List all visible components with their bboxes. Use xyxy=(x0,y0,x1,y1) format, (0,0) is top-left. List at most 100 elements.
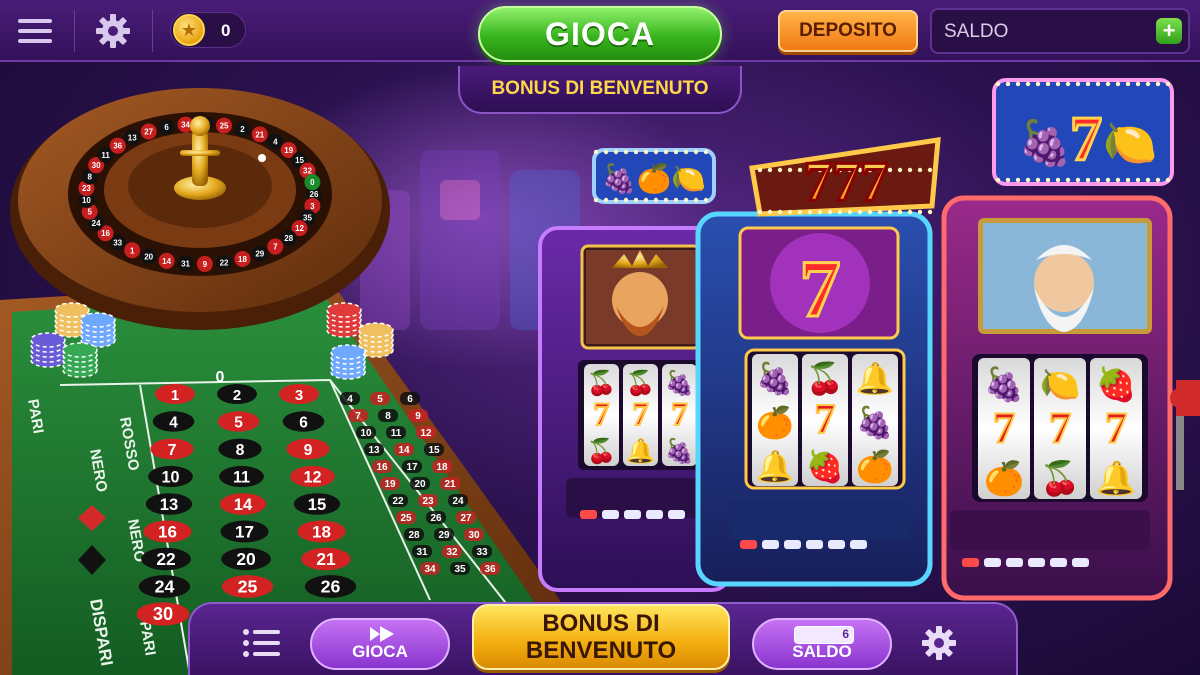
roulette-number: 21 xyxy=(301,547,351,571)
svg-text:14: 14 xyxy=(162,257,171,266)
reel-symbol: 🍊 xyxy=(984,460,1027,498)
svg-text:3: 3 xyxy=(295,387,303,404)
wheel-number: 1 xyxy=(124,242,141,259)
play-tab[interactable]: GIOCA xyxy=(310,618,450,670)
svg-text:24: 24 xyxy=(452,496,464,507)
side-number: 14 xyxy=(394,443,414,456)
wheel-number: 14 xyxy=(158,252,175,269)
svg-text:10: 10 xyxy=(360,428,372,439)
gear-icon xyxy=(922,626,956,660)
roulette-number: 16 xyxy=(143,520,192,543)
top-bar: ★ 0 GIOCA DEPOSITO SALDO + xyxy=(0,0,1200,62)
reel-symbol: 7 xyxy=(632,396,648,432)
roulette-number: 18 xyxy=(297,520,346,543)
big-seven-icon: 7 xyxy=(800,243,841,334)
reel-symbol: 7 xyxy=(993,403,1015,453)
slot-machine-3: 🍇 7 🍋 🍇 🍋 🍓7 7 7🍊 🍒 🔔 xyxy=(941,78,1200,601)
reel-symbol: 🍊 xyxy=(856,449,896,484)
svg-text:12: 12 xyxy=(420,428,432,439)
svg-text:13: 13 xyxy=(160,495,178,514)
svg-text:3: 3 xyxy=(310,202,315,211)
side-number: 19 xyxy=(380,477,400,490)
svg-text:36: 36 xyxy=(484,564,496,575)
svg-text:9: 9 xyxy=(415,411,421,422)
deposit-button[interactable]: DEPOSITO xyxy=(778,10,918,52)
balance-badge: 6 xyxy=(842,627,849,641)
cabinet-button xyxy=(984,558,1001,567)
casino-lobby: PARI NERO ROSSO NERO DISPARI PARI 123456… xyxy=(0,0,1200,675)
svg-text:28: 28 xyxy=(408,530,420,541)
reel-symbol: 🔔 xyxy=(1096,460,1137,498)
wheel-number: 4 xyxy=(267,133,284,150)
side-number: 35 xyxy=(450,562,470,575)
side-number: 11 xyxy=(386,426,406,439)
roulette-number-grid: 1 2 34 5 67 8 910 11 1213 14 1516 17 1822 20 2124 25 263… xyxy=(136,384,357,626)
welcome-bonus-tab[interactable]: BONUS DI BENVENUTO xyxy=(458,66,742,114)
welcome-bonus-button[interactable]: BONUS DI BENVENUTO xyxy=(472,604,730,670)
play-button[interactable]: GIOCA xyxy=(478,6,722,62)
gear-icon xyxy=(96,14,130,48)
divider xyxy=(74,10,75,52)
settings-button[interactable] xyxy=(88,8,138,54)
cabinet-button xyxy=(624,510,641,519)
cabinet-button xyxy=(1050,558,1067,567)
cabinet-button xyxy=(1006,558,1023,567)
cabinet-button xyxy=(602,510,619,519)
wheel-number: 25 xyxy=(216,117,233,134)
plus-icon[interactable]: + xyxy=(1156,18,1182,44)
svg-text:27: 27 xyxy=(144,127,153,136)
divider xyxy=(152,10,153,52)
side-number: 10 xyxy=(356,426,376,439)
reel-symbol: 🍋 xyxy=(1040,366,1081,403)
chip-stack xyxy=(330,344,366,380)
svg-text:34: 34 xyxy=(424,564,436,575)
side-number: 7 xyxy=(348,409,368,422)
side-number: 5 xyxy=(370,392,390,405)
coin-balance[interactable]: ★ 0 xyxy=(170,12,246,48)
roulette-number: 1 xyxy=(155,384,195,404)
svg-text:11: 11 xyxy=(101,151,110,160)
svg-text:8: 8 xyxy=(236,442,245,459)
reel-symbol: 🍓 xyxy=(806,449,844,484)
reel-symbol: 🍊 xyxy=(756,405,796,440)
roulette-number: 30 xyxy=(136,602,190,626)
cabinet-button xyxy=(740,540,757,549)
roulette-number: 15 xyxy=(293,493,341,515)
play-icon xyxy=(370,626,394,642)
svg-text:20: 20 xyxy=(414,479,426,490)
balance-field[interactable]: SALDO + xyxy=(930,8,1190,54)
svg-text:9: 9 xyxy=(304,442,313,459)
svg-text:10: 10 xyxy=(82,196,91,205)
svg-text:17: 17 xyxy=(235,523,254,542)
side-number: 34 xyxy=(420,562,440,575)
svg-text:14: 14 xyxy=(234,495,253,514)
roulette-wheel: 2633512287291822931142013316245102383011… xyxy=(10,88,390,330)
chip-stack xyxy=(80,312,116,348)
side-number: 15 xyxy=(424,443,444,456)
roulette-number: 8 xyxy=(218,438,262,460)
reel-symbol: 🍒 xyxy=(587,369,617,397)
roulette-number: 10 xyxy=(148,465,193,488)
reel-symbol: 🍓 xyxy=(1096,366,1137,404)
svg-text:1: 1 xyxy=(130,246,135,255)
cabinet-button xyxy=(850,540,867,549)
reel-symbol: 7 xyxy=(671,396,687,432)
list-icon xyxy=(243,629,280,657)
balance-tab[interactable]: 6 SALDO xyxy=(752,618,892,670)
list-button[interactable] xyxy=(240,622,282,664)
roulette-number: 2 xyxy=(217,384,257,404)
wheel-number: 22 xyxy=(216,254,233,271)
play-tab-label: GIOCA xyxy=(352,642,408,661)
side-number: 32 xyxy=(442,545,462,558)
svg-text:13: 13 xyxy=(128,134,137,143)
svg-text:27: 27 xyxy=(460,513,472,524)
menu-button[interactable] xyxy=(10,8,60,54)
balance-label: SALDO xyxy=(944,21,1009,42)
reel-symbol: 🔔 xyxy=(626,438,656,465)
svg-text:8: 8 xyxy=(87,172,92,181)
settings-button-bottom[interactable] xyxy=(918,622,960,664)
svg-text:4: 4 xyxy=(347,394,353,405)
svg-text:35: 35 xyxy=(454,564,466,575)
wheel-number: 18 xyxy=(234,250,251,267)
svg-text:25: 25 xyxy=(400,513,412,524)
